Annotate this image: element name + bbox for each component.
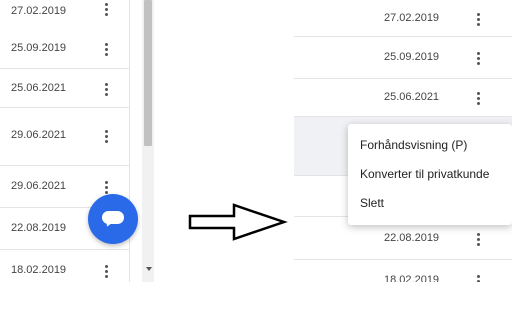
menu-item-preview[interactable]: Forhåndsvisning (P)	[360, 138, 467, 152]
row-date: 29.06.2021	[11, 180, 67, 192]
menu-item-convert-to-private-customer[interactable]: Konverter til privatkunde	[360, 167, 489, 181]
left-list-panel: 27.02.2019 25.09.2019 25.06.2021 29.06.2…	[0, 0, 156, 282]
row-date: 27.02.2019	[11, 5, 67, 17]
row-date: 25.09.2019	[384, 51, 440, 63]
scrollbar-thumb[interactable]	[144, 0, 152, 146]
row-date: 29.06.2021	[11, 129, 67, 141]
more-options-icon[interactable]	[476, 233, 480, 248]
scroll-down-arrow-icon[interactable]	[146, 267, 152, 271]
list-row[interactable]: 18.02.2019	[0, 250, 129, 282]
more-options-icon[interactable]	[104, 265, 108, 280]
more-options-icon[interactable]	[476, 92, 480, 107]
chat-button[interactable]	[88, 194, 138, 244]
right-arrow-icon	[188, 203, 288, 241]
row-date: 25.06.2021	[11, 82, 67, 94]
list-row[interactable]: 27.02.2019	[0, 0, 129, 29]
row-date: 22.08.2019	[11, 222, 67, 234]
more-options-icon[interactable]	[104, 43, 108, 58]
more-options-icon[interactable]	[104, 83, 108, 98]
list-row[interactable]: 18.02.2019	[294, 260, 512, 282]
context-menu: Forhåndsvisning (P) Konverter til privat…	[348, 124, 512, 225]
divider	[129, 0, 130, 282]
row-date: 25.06.2021	[384, 91, 440, 103]
row-date: 18.02.2019	[384, 274, 440, 282]
list-row[interactable]: 25.09.2019	[294, 37, 512, 79]
more-options-icon[interactable]	[104, 3, 108, 18]
row-date: 27.02.2019	[384, 12, 440, 24]
more-options-icon[interactable]	[104, 130, 108, 145]
list-row[interactable]: 29.06.2021	[0, 108, 129, 166]
row-date: 18.02.2019	[11, 264, 67, 276]
row-date: 25.09.2019	[11, 42, 67, 54]
scrollbar[interactable]	[142, 0, 154, 282]
more-options-icon[interactable]	[476, 13, 480, 28]
list-row[interactable]: 27.02.2019	[294, 0, 512, 37]
list-row[interactable]: 25.06.2021	[0, 69, 129, 108]
more-options-icon[interactable]	[476, 275, 480, 282]
list-row[interactable]: 25.06.2021	[294, 79, 512, 117]
list-row[interactable]: 25.09.2019	[0, 28, 129, 69]
row-date: 22.08.2019	[384, 232, 440, 244]
more-options-icon[interactable]	[476, 52, 480, 67]
menu-item-delete[interactable]: Slett	[360, 196, 384, 210]
